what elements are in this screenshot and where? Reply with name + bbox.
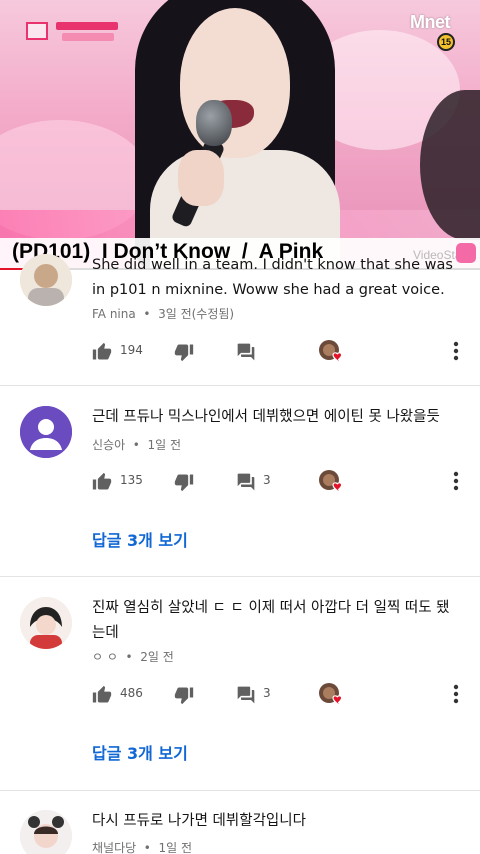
divider xyxy=(0,790,480,791)
singer-face xyxy=(180,8,290,158)
reply-count: 3 xyxy=(263,686,271,700)
comment-author[interactable]: 신승아 xyxy=(92,438,125,452)
singer-hand xyxy=(178,150,224,206)
like-count: 194 xyxy=(120,343,143,357)
caption-tag xyxy=(56,22,118,30)
avatar[interactable] xyxy=(20,254,72,306)
comment-author[interactable]: ㅇ ㅇ xyxy=(92,650,118,664)
avatar[interactable] xyxy=(20,597,72,649)
video-player[interactable]: Mnet 15 (PD101) I Don’t Know / A Pink Vi… xyxy=(0,0,480,270)
divider xyxy=(0,385,480,386)
comment-icon[interactable] xyxy=(236,342,256,362)
comment-text: 근데 프듀나 믹스나인에서 데뷔했으면 에이틴 못 나왔을듯 xyxy=(92,409,440,425)
comment-time: 3일 전(수정됨) xyxy=(158,307,235,321)
more-vert-icon[interactable] xyxy=(446,681,466,707)
comment-actions: 486 3 xyxy=(92,681,472,711)
more-vert-icon[interactable] xyxy=(446,338,466,364)
comment-text: 다시 프듀로 나가면 데뷔할각입니다 xyxy=(92,813,306,829)
comment-icon[interactable] xyxy=(236,472,256,492)
thumb-up-icon[interactable] xyxy=(92,685,112,705)
creator-heart-icon xyxy=(319,470,343,495)
age-rating-badge: 15 xyxy=(437,33,455,51)
creator-heart-icon xyxy=(319,340,343,365)
comment-author[interactable]: 채널다당 xyxy=(92,841,136,854)
like-count: 135 xyxy=(120,473,143,487)
comment-meta: 채널다당 • 1일 전 xyxy=(92,841,193,854)
divider xyxy=(0,576,480,577)
avatar[interactable] xyxy=(20,406,72,458)
creator-heart-icon xyxy=(319,683,343,708)
more-vert-icon[interactable] xyxy=(446,468,466,494)
microphone-icon xyxy=(196,100,232,146)
comment-meta: ㅇ ㅇ • 2일 전 xyxy=(92,650,174,664)
caption-tag xyxy=(62,33,114,41)
thumb-up-icon[interactable] xyxy=(92,342,112,362)
comment-time: 2일 전 xyxy=(140,650,174,664)
reply-count: 3 xyxy=(263,473,271,487)
like-count: 486 xyxy=(120,686,143,700)
comment-time: 1일 전 xyxy=(158,841,193,854)
thumb-down-icon[interactable] xyxy=(174,472,194,492)
channel-logo: Mnet xyxy=(410,12,451,32)
comment-author[interactable]: FA nina xyxy=(92,307,136,321)
comment-icon[interactable] xyxy=(236,685,256,705)
comment-time: 1일 전 xyxy=(147,438,181,452)
thumb-down-icon[interactable] xyxy=(174,685,194,705)
comment-meta: FA nina • 3일 전(수정됨) xyxy=(92,307,235,321)
view-replies-link[interactable]: 답글 3개 보기 xyxy=(92,740,188,764)
comment-meta: 신승아 • 1일 전 xyxy=(92,438,181,452)
show-logo-icon xyxy=(26,22,48,40)
thumb-up-icon[interactable] xyxy=(92,472,112,492)
view-replies-link[interactable]: 답글 3개 보기 xyxy=(92,527,188,551)
thumb-down-icon[interactable] xyxy=(174,342,194,362)
comment-actions: 194 xyxy=(92,338,472,368)
comment-text: 진짜 열심히 살았네 ㄷ ㄷ 이제 떠서 아깝다 더 일찍 떠도 됐는데 xyxy=(92,600,450,641)
comment-actions: 135 3 xyxy=(92,468,472,498)
comment-text: She did well in a team. I didn't know th… xyxy=(92,257,453,298)
avatar[interactable] xyxy=(20,810,72,854)
